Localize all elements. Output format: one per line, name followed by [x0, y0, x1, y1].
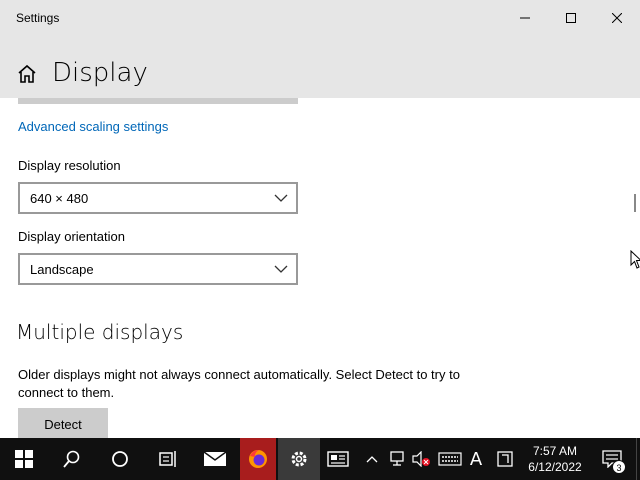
scale-dropdown-edge[interactable] [18, 98, 298, 104]
multiple-displays-heading: Multiple displays [16, 320, 184, 344]
display-orientation-dropdown[interactable]: Landscape [18, 253, 298, 285]
input-method-label: A [469, 448, 483, 470]
notification-count-badge: 3 [612, 460, 626, 474]
notes-button[interactable] [494, 438, 516, 480]
settings-window: Settings Display Advanced scaling settin… [0, 0, 640, 438]
title-bar[interactable]: Settings [0, 0, 640, 36]
minimize-button[interactable] [502, 0, 548, 36]
page-title: Display [52, 58, 148, 88]
detect-button[interactable]: Detect [18, 408, 108, 438]
mouse-cursor-icon [630, 250, 640, 269]
cortana-icon [112, 451, 128, 467]
news-icon [327, 451, 349, 467]
home-icon[interactable] [16, 63, 38, 85]
display-orientation-label: Display orientation [18, 229, 125, 244]
input-method-button[interactable]: A [466, 438, 486, 480]
cortana-button[interactable] [96, 438, 144, 480]
display-orientation-value: Landscape [30, 262, 94, 277]
taskbar-search-button[interactable] [48, 438, 96, 480]
mail-button[interactable] [192, 438, 238, 480]
keyboard-icon [438, 452, 462, 466]
settings-taskbar-button[interactable] [278, 438, 320, 480]
firefox-icon [249, 450, 267, 468]
display-resolution-value: 640 × 480 [30, 191, 89, 206]
clock-date: 6/12/2022 [528, 460, 582, 474]
close-icon [612, 13, 622, 23]
volume-button[interactable] [410, 438, 432, 480]
search-icon [63, 450, 80, 468]
start-button[interactable] [0, 438, 48, 480]
network-icon [390, 451, 404, 466]
show-desktop-button[interactable] [636, 438, 640, 480]
taskbar: A 7:57 AM 6/12/2022 3 [0, 438, 640, 480]
display-resolution-dropdown[interactable]: 640 × 480 [18, 182, 298, 214]
mail-icon [203, 451, 227, 466]
show-hidden-icons-button[interactable] [362, 438, 382, 480]
task-view-icon [159, 451, 176, 467]
maximize-icon [566, 13, 576, 23]
chevron-up-icon [366, 456, 378, 463]
volume-muted-icon [412, 451, 430, 467]
maximize-button[interactable] [548, 0, 594, 36]
settings-gear-icon [291, 451, 307, 467]
note-icon [497, 451, 513, 467]
window-title: Settings [16, 11, 60, 25]
task-view-button[interactable] [144, 438, 192, 480]
scrollbar-thumb[interactable] [634, 194, 636, 212]
display-resolution-label: Display resolution [18, 158, 121, 173]
page-header: Display [0, 36, 640, 98]
display-settings-content: Advanced scaling settings Display resolu… [0, 98, 630, 438]
firefox-button[interactable] [240, 438, 276, 480]
action-center-button[interactable]: 3 [592, 438, 632, 480]
clock-time: 7:57 AM [532, 444, 578, 458]
news-button[interactable] [320, 438, 356, 480]
chevron-down-icon [274, 194, 288, 202]
minimize-icon [520, 17, 530, 19]
multiple-displays-description: Older displays might not always connect … [18, 367, 460, 400]
network-button[interactable] [386, 438, 408, 480]
advanced-scaling-link[interactable]: Advanced scaling settings [18, 119, 168, 134]
touch-keyboard-button[interactable] [436, 438, 464, 480]
chevron-down-icon [274, 265, 288, 273]
close-button[interactable] [594, 0, 640, 36]
windows-start-icon [15, 450, 33, 468]
clock-button[interactable]: 7:57 AM 6/12/2022 [522, 438, 588, 480]
